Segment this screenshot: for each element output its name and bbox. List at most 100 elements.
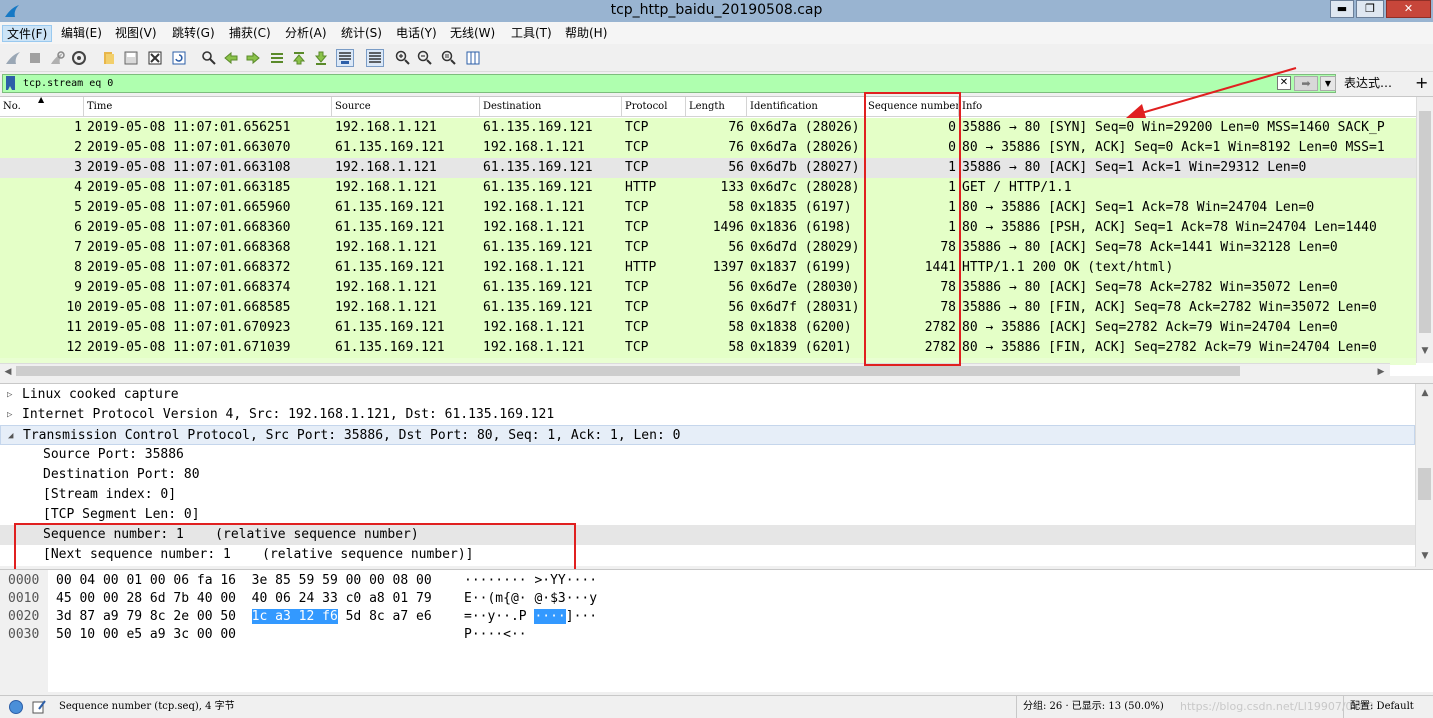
cell-no: 4 <box>74 180 82 195</box>
open-file-icon[interactable] <box>100 49 118 67</box>
restart-icon[interactable] <box>48 49 66 67</box>
scroll-right-arrow-icon[interactable]: ▶ <box>1373 364 1389 380</box>
zoom-out-icon[interactable] <box>416 49 434 67</box>
ascii-line[interactable]: P····<·· <box>464 626 527 644</box>
hex-line[interactable]: 50 10 00 e5 a9 3c 00 00 <box>56 626 252 644</box>
detail-row[interactable]: ◢ Transmission Control Protocol, Src Port… <box>0 425 1415 445</box>
details-scroll-down-arrow-icon[interactable]: ▼ <box>1417 548 1433 564</box>
detail-text: Transmission Control Protocol, Src Port:… <box>23 428 681 443</box>
detail-row[interactable]: [TCP Segment Len: 0] <box>0 505 1415 525</box>
capture-comment-icon[interactable] <box>31 699 47 715</box>
detail-text: [Stream index: 0] <box>43 487 177 502</box>
menu-go[interactable]: 跳转(G) <box>168 25 219 42</box>
menu-tools[interactable]: 工具(T) <box>507 25 556 42</box>
detail-row[interactable]: [Stream index: 0] <box>0 485 1415 505</box>
find-icon[interactable] <box>200 49 218 67</box>
detail-row[interactable]: Destination Port: 80 <box>0 465 1415 485</box>
menu-file[interactable]: 文件(F) <box>2 25 53 42</box>
add-filter-button[interactable]: + <box>1415 73 1428 92</box>
hex-line[interactable]: 3d 87 a9 79 8c 2e 00 50 1c a3 12 f6 5d 8… <box>56 608 432 626</box>
cell-destination: 192.168.1.121 <box>483 200 585 215</box>
details-scroll-up-arrow-icon[interactable]: ▲ <box>1417 385 1433 401</box>
shark-fin-start-icon[interactable] <box>4 49 22 67</box>
hex-line[interactable]: 00 04 00 01 00 06 fa 16 3e 85 59 59 00 0… <box>56 572 432 590</box>
packet-list-hscroll-thumb[interactable] <box>16 366 1240 376</box>
packet-row[interactable]: 4 2019-05-08 11:07:01.663185 192.168.1.121… <box>0 178 1416 198</box>
ascii-line[interactable]: E··(m{@· @·$3···y <box>464 590 597 608</box>
scroll-down-arrow-icon[interactable]: ▼ <box>1417 343 1433 359</box>
tree-expander-icon[interactable]: ▷ <box>7 385 12 405</box>
zoom-in-icon[interactable] <box>394 49 412 67</box>
options-icon[interactable] <box>70 49 88 67</box>
menu-statistics[interactable]: 统计(S) <box>337 25 386 42</box>
menu-analyze[interactable]: 分析(A) <box>281 25 331 42</box>
autoscroll-icon[interactable] <box>336 49 354 67</box>
filter-bookmark-icon[interactable] <box>6 76 15 90</box>
cell-info: 35886 → 80 [FIN, ACK] Seq=78 Ack=2782 Wi… <box>962 300 1377 315</box>
cell-length: 56 <box>728 160 744 175</box>
save-icon[interactable] <box>122 49 140 67</box>
col-header-length[interactable]: Length <box>686 97 747 117</box>
detail-row[interactable]: ▷ Linux cooked capture <box>0 385 1415 405</box>
scroll-left-arrow-icon[interactable]: ◀ <box>0 364 16 380</box>
detail-row[interactable]: ▷ Internet Protocol Version 4, Src: 192.1… <box>0 405 1415 425</box>
packet-row[interactable]: 8 2019-05-08 11:07:01.668372 61.135.169.12… <box>0 258 1416 278</box>
packet-list-scroll-thumb[interactable] <box>1419 111 1431 333</box>
packet-row[interactable]: 5 2019-05-08 11:07:01.665960 61.135.169.12… <box>0 198 1416 218</box>
close-button[interactable]: ✕ <box>1386 0 1431 18</box>
packet-row[interactable]: 10 2019-05-08 11:07:01.668585 192.168.1.12… <box>0 298 1416 318</box>
expert-info-icon[interactable] <box>9 700 23 714</box>
menu-capture[interactable]: 捕获(C) <box>225 25 275 42</box>
close-file-icon[interactable] <box>146 49 164 67</box>
packet-row[interactable]: 11 2019-05-08 11:07:01.670923 61.135.169.1… <box>0 318 1416 338</box>
col-header-destination[interactable]: Destination <box>480 97 622 117</box>
col-header-source[interactable]: Source <box>332 97 480 117</box>
cell-info: 80 → 35886 [ACK] Seq=1 Ack=78 Win=24704 … <box>962 200 1315 215</box>
packet-row[interactable]: 12 2019-05-08 11:07:01.671039 61.135.169.1… <box>0 338 1416 358</box>
goto-icon[interactable] <box>268 49 286 67</box>
first-icon[interactable] <box>290 49 308 67</box>
filter-history-dropdown-icon[interactable]: ▼ <box>1320 76 1336 91</box>
tree-expander-icon[interactable]: ◢ <box>8 426 13 446</box>
colorize-icon[interactable] <box>366 49 384 67</box>
menu-view[interactable]: 视图(V) <box>111 25 161 42</box>
cell-protocol: TCP <box>625 220 649 235</box>
menu-edit[interactable]: 编辑(E) <box>57 25 106 42</box>
forward-icon[interactable] <box>244 49 262 67</box>
status-profile[interactable]: 配置: Default <box>1350 696 1414 718</box>
cell-length: 58 <box>728 200 744 215</box>
hex-line[interactable]: 45 00 00 28 6d 7b 40 00 40 06 24 33 c0 a… <box>56 590 432 608</box>
zoom-normal-icon[interactable] <box>440 49 458 67</box>
cell-protocol: TCP <box>625 320 649 335</box>
back-icon[interactable] <box>222 49 240 67</box>
expression-button[interactable]: 表达式… <box>1344 75 1392 92</box>
maximize-button[interactable]: ❐ <box>1356 0 1384 18</box>
ascii-line[interactable]: ········ >·YY···· <box>464 572 597 590</box>
details-vertical-scrollbar[interactable]: ▲ ▼ <box>1415 384 1433 567</box>
reload-icon[interactable] <box>170 49 188 67</box>
menu-help[interactable]: 帮助(H) <box>561 25 611 42</box>
packet-row[interactable]: 7 2019-05-08 11:07:01.668368 192.168.1.121… <box>0 238 1416 258</box>
detail-row[interactable]: Source Port: 35886 <box>0 445 1415 465</box>
resize-columns-icon[interactable] <box>464 49 482 67</box>
details-scroll-thumb[interactable] <box>1418 468 1431 500</box>
tree-expander-icon[interactable]: ▷ <box>7 405 12 425</box>
last-icon[interactable] <box>312 49 330 67</box>
cell-time: 2019-05-08 11:07:01.671039 <box>87 340 291 355</box>
packet-row[interactable]: 6 2019-05-08 11:07:01.668360 61.135.169.12… <box>0 218 1416 238</box>
packet-list-vertical-scrollbar[interactable]: ▼ <box>1416 97 1433 363</box>
stop-icon[interactable] <box>26 49 44 67</box>
cell-source: 192.168.1.121 <box>335 240 437 255</box>
packet-row[interactable]: 9 2019-05-08 11:07:01.668374 192.168.1.121… <box>0 278 1416 298</box>
packet-row[interactable]: 2 2019-05-08 11:07:01.663070 61.135.169.12… <box>0 138 1416 158</box>
menu-wireless[interactable]: 无线(W) <box>446 25 499 42</box>
minimize-button[interactable]: ▬ <box>1330 0 1354 18</box>
col-header-protocol[interactable]: Protocol <box>622 97 686 117</box>
cell-protocol: TCP <box>625 300 649 315</box>
menu-telephony[interactable]: 电话(Y) <box>392 25 441 42</box>
ascii-line[interactable]: =··y··.P ····]··· <box>464 608 597 626</box>
packet-list-horizontal-scrollbar[interactable]: ◀ ▶ <box>0 363 1390 378</box>
col-header-time[interactable]: Time <box>84 97 332 117</box>
packet-row[interactable]: 3 2019-05-08 11:07:01.663108 192.168.1.121… <box>0 158 1416 178</box>
col-header-identification[interactable]: Identification <box>747 97 865 117</box>
